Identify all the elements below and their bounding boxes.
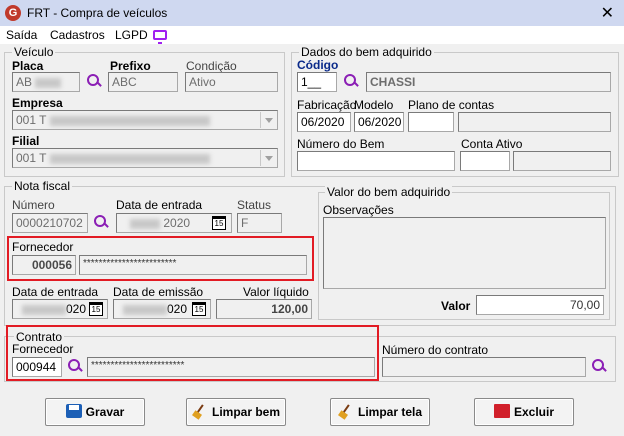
filial-combo[interactable]: 001 T bbox=[12, 148, 278, 168]
compra-veiculos-window: G FRT - Compra de veículos ✕ Saída Cadas… bbox=[0, 0, 624, 436]
calendar-icon[interactable]: 15 bbox=[212, 216, 226, 230]
veiculo-legend: Veículo bbox=[12, 45, 56, 59]
prefixo-field[interactable]: ABC bbox=[108, 72, 178, 92]
modelo-label: Modelo bbox=[354, 98, 394, 112]
placa-search-icon[interactable] bbox=[84, 72, 104, 92]
nf-data-emissao-label: Data de emissão bbox=[113, 285, 204, 299]
empresa-label: Empresa bbox=[12, 96, 63, 110]
codigo-search-icon[interactable] bbox=[341, 72, 361, 92]
calendar-icon[interactable]: 15 bbox=[89, 302, 103, 316]
limpar-tela-button[interactable]: Limpar tela bbox=[330, 398, 430, 426]
numero-bem-field[interactable] bbox=[297, 151, 455, 171]
chassi-field: CHASSI bbox=[366, 72, 611, 92]
bem-legend: Dados do bem adquirido bbox=[299, 45, 434, 59]
numero-contrato-search-icon[interactable] bbox=[589, 357, 609, 377]
numero-contrato-label: Número do contrato bbox=[382, 343, 489, 357]
observacoes-field[interactable] bbox=[323, 217, 606, 289]
placa-label: Placa bbox=[12, 59, 44, 73]
numero-contrato-field[interactable] bbox=[382, 357, 586, 377]
codigo-field[interactable]: 1__ bbox=[297, 72, 337, 92]
plano-contas-label: Plano de contas bbox=[408, 98, 495, 112]
nf-status-label: Status bbox=[237, 198, 272, 212]
fabricacao-label: Fabricação bbox=[297, 98, 357, 112]
chevron-down-icon[interactable] bbox=[260, 150, 276, 166]
gravar-button[interactable]: Gravar bbox=[45, 398, 145, 426]
excluir-button[interactable]: Excluir bbox=[474, 398, 574, 426]
menu-saida[interactable]: Saída bbox=[6, 28, 37, 42]
menu-bar: Saída Cadastros LGPD bbox=[0, 26, 624, 44]
fabricacao-field[interactable]: 06/2020 bbox=[297, 112, 351, 132]
app-logo-icon: G bbox=[5, 5, 21, 21]
save-icon bbox=[65, 404, 82, 418]
conta-ativo-field[interactable] bbox=[460, 151, 510, 171]
valor-field[interactable]: 70,00 bbox=[476, 295, 604, 315]
title-bar: G FRT - Compra de veículos ✕ bbox=[0, 0, 624, 26]
nf-status-field: F bbox=[237, 213, 282, 233]
observacoes-label: Observações bbox=[323, 203, 394, 217]
numero-bem-label: Número do Bem bbox=[297, 137, 385, 151]
calendar-icon[interactable]: 15 bbox=[192, 302, 206, 316]
chevron-down-icon[interactable] bbox=[260, 112, 276, 128]
monitor-icon[interactable] bbox=[153, 30, 167, 44]
menu-lgpd[interactable]: LGPD bbox=[115, 28, 148, 42]
contrato-highlight bbox=[6, 325, 379, 381]
menu-cadastros[interactable]: Cadastros bbox=[50, 28, 105, 42]
window-title: FRT - Compra de veículos bbox=[27, 6, 168, 20]
nf-data-entrada2-label: Data de entrada bbox=[12, 285, 99, 299]
fornecedor-highlight bbox=[7, 236, 314, 281]
prefixo-label: Prefixo bbox=[110, 59, 151, 73]
valor-bem-legend: Valor do bem adquirido bbox=[325, 185, 453, 199]
trash-icon bbox=[493, 404, 510, 418]
close-icon[interactable]: ✕ bbox=[601, 3, 614, 23]
placa-field[interactable]: AB bbox=[12, 72, 80, 92]
condicao-label: Condição bbox=[186, 59, 237, 73]
broom-icon bbox=[338, 404, 354, 418]
valor-label: Valor bbox=[441, 299, 471, 313]
limpar-bem-button[interactable]: Limpar bem bbox=[186, 398, 286, 426]
nf-search-icon[interactable] bbox=[91, 213, 111, 233]
nf-valor-liquido-label: Valor líquido bbox=[243, 285, 309, 299]
plano-contas-field[interactable] bbox=[408, 112, 454, 132]
broom-icon bbox=[192, 404, 208, 418]
plano-contas-desc bbox=[458, 112, 611, 132]
condicao-field: Ativo bbox=[185, 72, 278, 92]
nf-valor-liquido-field: 120,00 bbox=[216, 299, 312, 319]
conta-ativo-desc bbox=[513, 151, 611, 171]
conta-ativo-label: Conta Ativo bbox=[461, 137, 523, 151]
codigo-label: Código bbox=[297, 58, 339, 72]
empresa-combo[interactable]: 001 T bbox=[12, 110, 278, 130]
nf-numero-field[interactable]: 0000210702 bbox=[12, 213, 88, 233]
filial-label: Filial bbox=[12, 134, 40, 148]
modelo-field[interactable]: 06/2020 bbox=[354, 112, 404, 132]
nf-numero-label: Número bbox=[12, 198, 55, 212]
nota-fiscal-legend: Nota fiscal bbox=[12, 179, 73, 193]
nf-data-entrada-label: Data de entrada bbox=[116, 198, 203, 212]
